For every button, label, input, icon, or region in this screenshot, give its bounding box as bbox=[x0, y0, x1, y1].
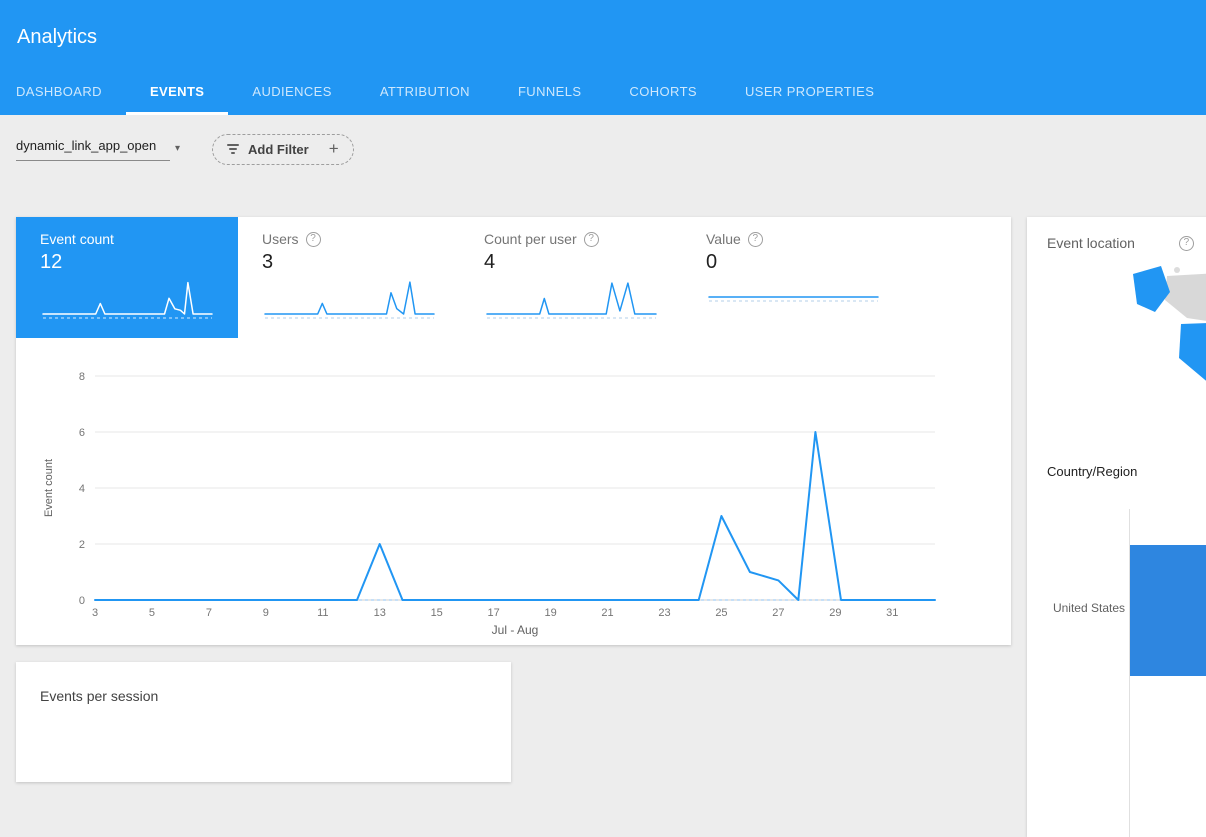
svg-text:7: 7 bbox=[206, 607, 212, 619]
add-filter-button[interactable]: Add Filter + bbox=[212, 134, 354, 165]
help-icon[interactable]: ? bbox=[748, 232, 763, 247]
events-chart-card: Event count 12 Users ? 3 Count per user … bbox=[16, 217, 1011, 645]
tab-funnels[interactable]: FUNNELS bbox=[494, 68, 605, 115]
metric-value: 0 bbox=[706, 251, 904, 274]
sparkline-users bbox=[262, 272, 437, 324]
svg-text:23: 23 bbox=[658, 607, 670, 619]
svg-text:13: 13 bbox=[374, 607, 386, 619]
svg-text:29: 29 bbox=[829, 607, 841, 619]
metric-label: Value bbox=[706, 231, 741, 247]
card-header: Event location ? bbox=[1027, 217, 1206, 251]
svg-text:27: 27 bbox=[772, 607, 784, 619]
tab-attribution[interactable]: ATTRIBUTION bbox=[356, 68, 494, 115]
metric-tile-count-per-user[interactable]: Count per user ? 4 bbox=[460, 217, 682, 338]
us-bar bbox=[1130, 545, 1206, 676]
metric-head: Value ? bbox=[706, 231, 904, 247]
svg-text:11: 11 bbox=[317, 607, 328, 619]
tab-audiences[interactable]: AUDIENCES bbox=[228, 68, 355, 115]
metric-tiles: Event count 12 Users ? 3 Count per user … bbox=[16, 217, 1011, 338]
map-united-states bbox=[1179, 320, 1206, 400]
svg-text:21: 21 bbox=[601, 607, 613, 619]
svg-text:0: 0 bbox=[79, 595, 85, 607]
metric-label: Count per user bbox=[484, 231, 577, 247]
metric-label: Users bbox=[262, 231, 299, 247]
dropdown-caret-icon: ▾ bbox=[175, 143, 180, 161]
map-canada bbox=[1165, 270, 1206, 328]
card-title: Event location bbox=[1047, 235, 1135, 251]
svg-text:3: 3 bbox=[92, 607, 98, 619]
sparkline-value bbox=[706, 272, 881, 324]
help-icon[interactable]: ? bbox=[1179, 236, 1194, 251]
metric-head: Users ? bbox=[262, 231, 460, 247]
y-axis-title: Event count bbox=[43, 418, 57, 558]
event-location-card: Event location ? Country/Region United S… bbox=[1027, 217, 1206, 837]
country-label: United States bbox=[1035, 601, 1125, 615]
card-title: Events per session bbox=[16, 662, 511, 704]
metric-value: 12 bbox=[40, 251, 238, 274]
svg-text:4: 4 bbox=[79, 483, 85, 495]
help-icon[interactable]: ? bbox=[584, 232, 599, 247]
metric-label: Event count bbox=[40, 231, 114, 247]
svg-text:9: 9 bbox=[263, 607, 269, 619]
filter-bar: dynamic_link_app_open ▾ Add Filter + bbox=[16, 130, 354, 168]
event-select-value: dynamic_link_app_open bbox=[16, 138, 170, 161]
svg-text:25: 25 bbox=[715, 607, 727, 619]
filter-icon bbox=[227, 144, 239, 154]
svg-text:5: 5 bbox=[149, 607, 155, 619]
svg-text:6: 6 bbox=[79, 427, 85, 439]
svg-text:2: 2 bbox=[79, 539, 85, 551]
sparkline-count-per-user bbox=[484, 272, 659, 324]
world-map bbox=[1067, 262, 1206, 467]
x-axis-title: Jul - Aug bbox=[95, 623, 935, 637]
time-series-chart: Event count 0246835791113151719212325272… bbox=[54, 365, 964, 645]
tab-cohorts[interactable]: COHORTS bbox=[605, 68, 721, 115]
svg-text:15: 15 bbox=[431, 607, 443, 619]
metric-tile-event-count[interactable]: Event count 12 bbox=[16, 217, 238, 338]
metric-tile-value[interactable]: Value ? 0 bbox=[682, 217, 904, 338]
svg-text:8: 8 bbox=[79, 371, 85, 383]
plus-icon: + bbox=[329, 139, 339, 159]
map-island bbox=[1174, 267, 1180, 273]
map-alaska bbox=[1133, 266, 1170, 312]
country-region-label: Country/Region bbox=[1047, 464, 1137, 479]
tab-events[interactable]: EVENTS bbox=[126, 68, 228, 115]
page-title: Analytics bbox=[0, 0, 1206, 49]
line-chart-svg: 0 2 4 6 8 3 5 7 9 11 13 15 17 19 21 23 25 27 29 31 bbox=[54, 365, 954, 630]
metric-head: Count per user ? bbox=[484, 231, 682, 247]
metric-head: Event count bbox=[40, 231, 238, 247]
tab-bar: DASHBOARD EVENTS AUDIENCES ATTRIBUTION F… bbox=[16, 68, 898, 115]
svg-text:19: 19 bbox=[544, 607, 556, 619]
svg-text:31: 31 bbox=[886, 607, 898, 619]
sparkline-event-count bbox=[40, 272, 215, 324]
metric-value: 4 bbox=[484, 251, 682, 274]
metric-tile-users[interactable]: Users ? 3 bbox=[238, 217, 460, 338]
tab-dashboard[interactable]: DASHBOARD bbox=[16, 68, 126, 115]
app-header: Analytics DASHBOARD EVENTS AUDIENCES ATT… bbox=[0, 0, 1206, 115]
add-filter-label: Add Filter bbox=[248, 142, 309, 157]
event-select-dropdown[interactable]: dynamic_link_app_open ▾ bbox=[16, 138, 180, 161]
metric-value: 3 bbox=[262, 251, 460, 274]
svg-text:17: 17 bbox=[488, 607, 500, 619]
help-icon[interactable]: ? bbox=[306, 232, 321, 247]
events-per-session-card: Events per session bbox=[16, 662, 511, 782]
tab-user-properties[interactable]: USER PROPERTIES bbox=[721, 68, 898, 115]
